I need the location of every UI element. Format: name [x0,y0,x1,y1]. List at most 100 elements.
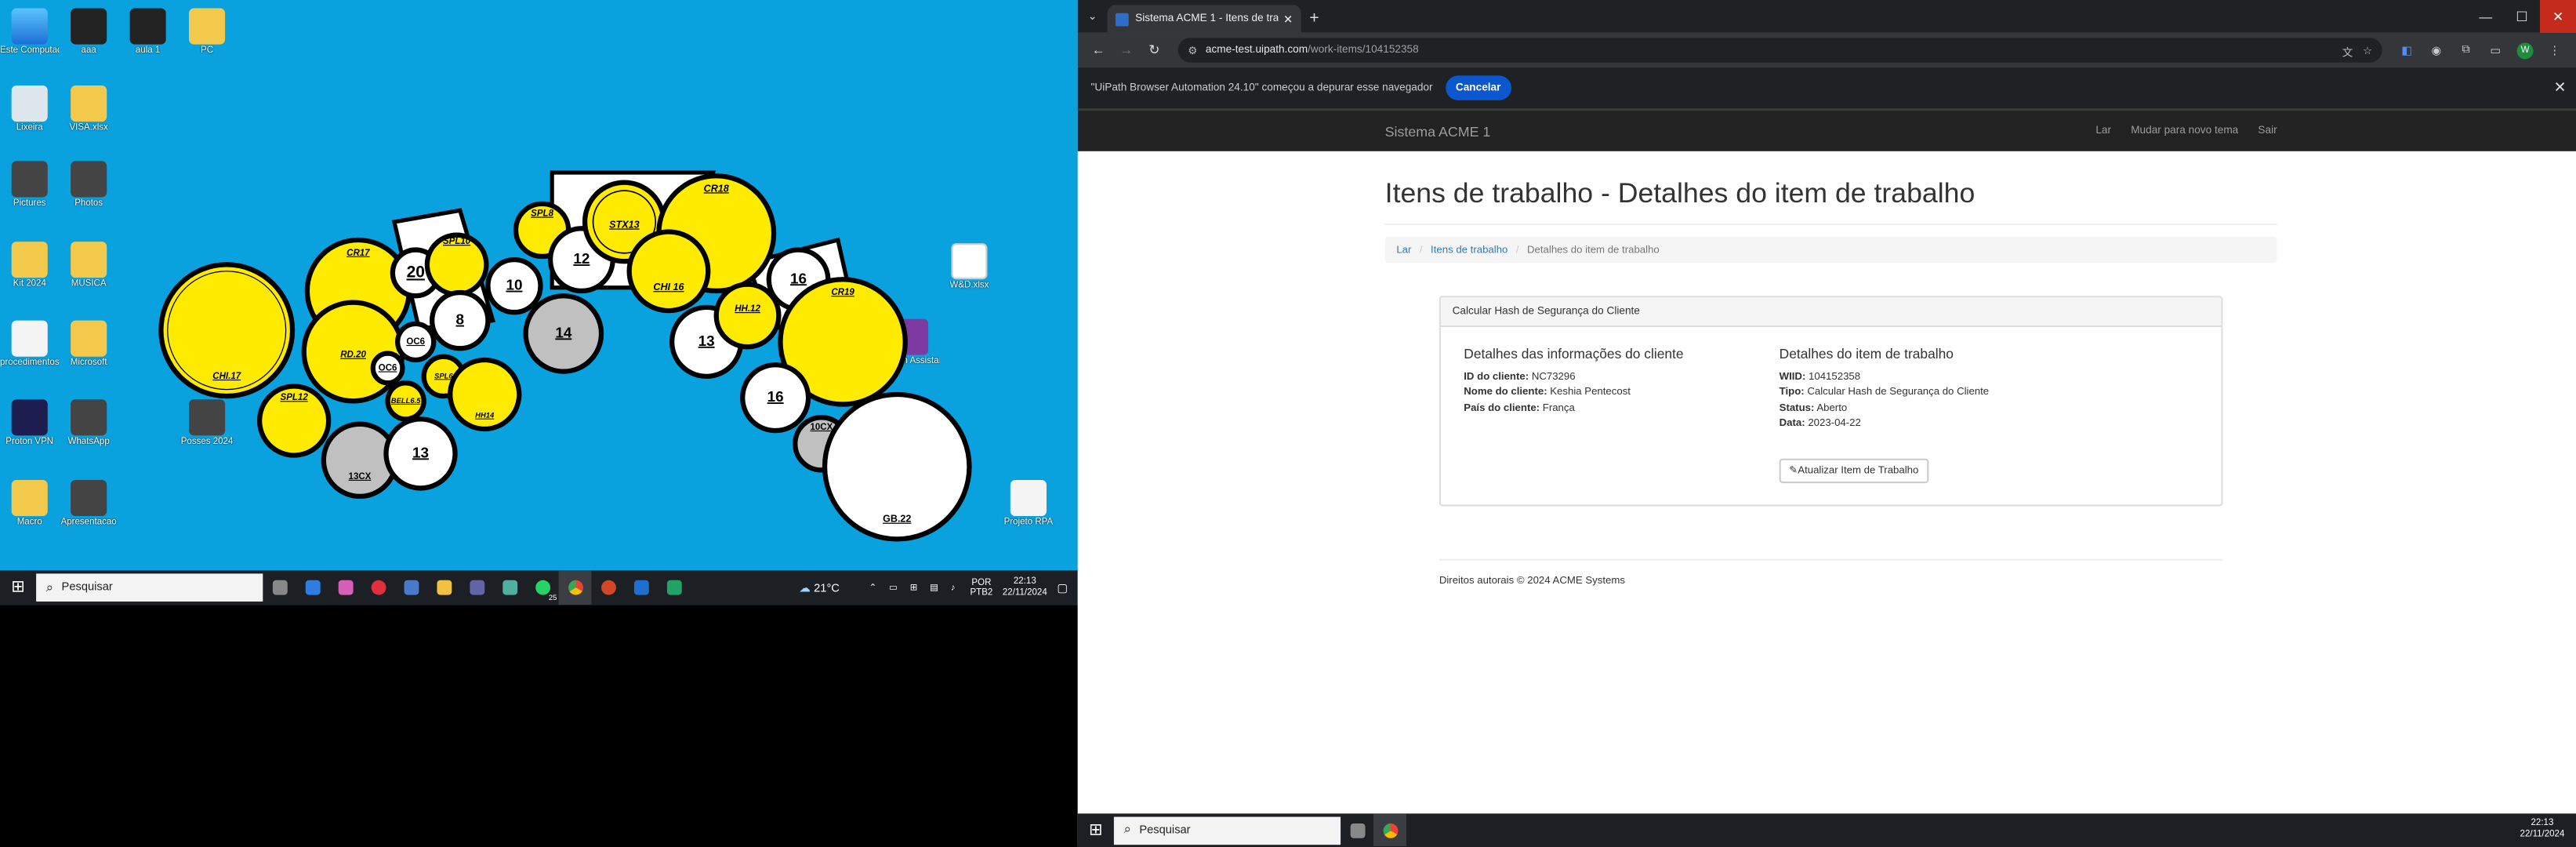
maximize-icon[interactable]: ☐ [2504,0,2540,33]
bubble-diagram: CHI.17 CR17 RD.20 SPL12 20 SPL10 OC6 OC6 8 10 SPL8… [158,170,972,542]
type-label: Tipo: [1779,386,1805,398]
lang-code: POR [971,577,992,588]
breadcrumb-home[interactable]: Lar [1396,244,1411,256]
address-bar[interactable]: ⚙ acme-test.uipath.com/work-items/104152… [1177,38,2382,63]
app-icon[interactable] [493,570,526,605]
left-desktop: Este Computadoraaaaula 1PCLixeiraVISA.xl… [0,0,1078,605]
forward-icon[interactable]: → [1112,42,1141,57]
clock-date: 22/11/2024 [2520,830,2565,840]
right-taskbar: ⊞ ⌕ Pesquisar 22:13 22/11/2024 [1077,812,2576,847]
bookmark-star-icon[interactable]: ☆ [2363,44,2372,57]
windows-start-icon[interactable]: ⊞ [0,570,36,605]
bubble-label: 13CX [349,472,372,482]
reload-icon[interactable]: ↻ [1140,42,1168,57]
remote-icon[interactable] [394,570,427,605]
clock-time: 22:13 [1013,576,1036,587]
wiid-label: WIID: [1779,370,1806,383]
teams-icon[interactable] [460,570,493,605]
infobar-close-icon[interactable]: ✕ [2554,79,2567,97]
bubble-label: OC6 [406,337,425,347]
bubble-label: 16 [790,270,807,286]
close-window-icon[interactable]: ✕ [2539,0,2576,33]
weather-temp: 21°C [814,582,840,594]
bubble-label: SPL8 [531,209,553,218]
chrome-icon[interactable] [1373,812,1406,847]
lang-layout: PTB2 [970,587,993,598]
task-view-icon[interactable] [1341,812,1373,846]
bubble-label: 10CX [810,423,833,432]
uipath-studio-taskbar-icon[interactable] [624,570,657,605]
bubble-label: GB.22 [883,514,911,525]
extensions-puzzle-icon[interactable]: ⧉ [2451,44,2481,57]
chrome-icon[interactable] [558,570,592,605]
tab-title: Sistema ACME 1 - Itens de trab [1135,13,1279,25]
windows-start-icon[interactable]: ⊞ [1078,812,1114,846]
nav-change-theme[interactable]: Mudar para novo tema [2131,125,2238,136]
client-details-heading: Detalhes das informações do cliente [1464,345,1684,362]
tab-search-chevron-icon[interactable]: ⌄ [1078,0,1108,33]
nav-home[interactable]: Lar [2095,125,2111,136]
notifications-icon[interactable]: ▢ [1057,581,1068,594]
copilot-icon[interactable] [328,570,361,605]
nav-logout[interactable]: Sair [2258,125,2277,136]
power-automate-icon[interactable] [296,570,328,605]
task-view-icon[interactable] [263,570,296,605]
work-item-details: Detalhes do item de trabalho WIID: 10415… [1779,346,1990,431]
tab-strip: ⌄ Sistema ACME 1 - Itens de trab ✕ + — ☐… [1077,0,2576,33]
weather[interactable]: ☁ 21°C [799,581,840,594]
minimize-icon[interactable]: — [2468,0,2504,33]
search-icon: ⌕ [1123,821,1131,837]
extension-icon[interactable]: ◉ [2422,44,2451,57]
whatsapp-icon[interactable]: 25 [526,570,559,605]
bubble-label: 12 [573,250,590,267]
cloud-icon: ☁ [799,582,811,594]
bubble-label: CHI 16 [653,282,684,293]
left-taskbar: ⊞ ⌕ Pesquisar 25 ☁ 21°C ⌃ ▭ ⊞ ▤ ♪ POR PT… [0,570,1078,605]
menu-kebab-icon[interactable]: ⋮ [2540,44,2570,57]
favicon-icon [1115,12,1129,26]
client-id-value: NC73296 [1531,370,1576,383]
file-explorer-icon[interactable] [427,570,460,605]
client-country-label: País do cliente: [1464,402,1540,414]
client-name-row: Nome do cliente: Keshia Pentecost [1464,384,1683,400]
client-id-row: ID do cliente: NC73296 [1464,369,1683,384]
bubble-label: 13 [698,333,715,349]
clock[interactable]: 22:13 22/11/2024 [2520,819,2565,842]
client-country-value: França [1542,402,1575,414]
record-icon[interactable] [361,570,394,605]
whatsapp-badge: 25 [548,593,557,602]
translate-icon[interactable]: 文 [2342,42,2353,59]
bubble-label: RD.20 [340,351,366,360]
profile-avatar[interactable]: W [2516,42,2534,59]
language-indicator[interactable]: POR PTB2 [970,578,992,598]
pencil-icon: ✎ [1789,465,1798,477]
infobar-text: "UiPath Browser Automation 24.10" começo… [1090,82,1433,94]
type-row: Tipo: Calcular Hash de Segurança do Clie… [1780,384,1990,400]
site-info-icon[interactable]: ⚙ [1188,44,1197,57]
powerpoint-icon[interactable] [591,570,624,605]
browser-tab[interactable]: Sistema ACME 1 - Itens de trab ✕ [1107,5,1301,33]
breadcrumb-work-items[interactable]: Itens de trabalho [1431,244,1508,256]
taskbar-search[interactable]: ⌕ Pesquisar [1113,816,1341,845]
taskbar-search-placeholder: Pesquisar [61,581,113,594]
taskbar-search[interactable]: ⌕ Pesquisar [36,573,263,602]
tab-close-icon[interactable]: ✕ [1283,13,1293,26]
infobar-cancel-button[interactable]: Cancelar [1446,75,1511,100]
app-brand[interactable]: Sistema ACME 1 [1385,122,2096,139]
status-row: Status: Aberto [1780,400,1990,416]
new-tab-icon[interactable]: + [1301,5,1328,33]
bubble-label: SPL10 [443,237,471,246]
extension-uipath-icon[interactable]: ◧ [2392,44,2422,57]
url-path: /work-items/104152358 [1308,44,1419,56]
date-row: Data: 2023-04-22 [1780,416,1990,431]
tray-icons[interactable]: ⌃ ▭ ⊞ ▤ ♪ [869,583,960,593]
update-work-item-button[interactable]: ✎Atualizar Item de Trabalho [1779,458,1928,484]
bubble-label: 8 [456,311,465,328]
clock[interactable]: 22:13 22/11/2024 [1003,576,1047,599]
date-value: 2023-04-22 [1808,417,1861,429]
app-green-icon[interactable] [657,570,690,605]
sidebar-icon[interactable]: ▭ [2481,44,2511,57]
system-tray: ☁ 21°C ⌃ ▭ ⊞ ▤ ♪ POR PTB2 22:13 22/11/20… [799,576,1077,599]
back-icon[interactable]: ← [1084,42,1112,57]
bubble-label: STX13 [609,219,639,230]
